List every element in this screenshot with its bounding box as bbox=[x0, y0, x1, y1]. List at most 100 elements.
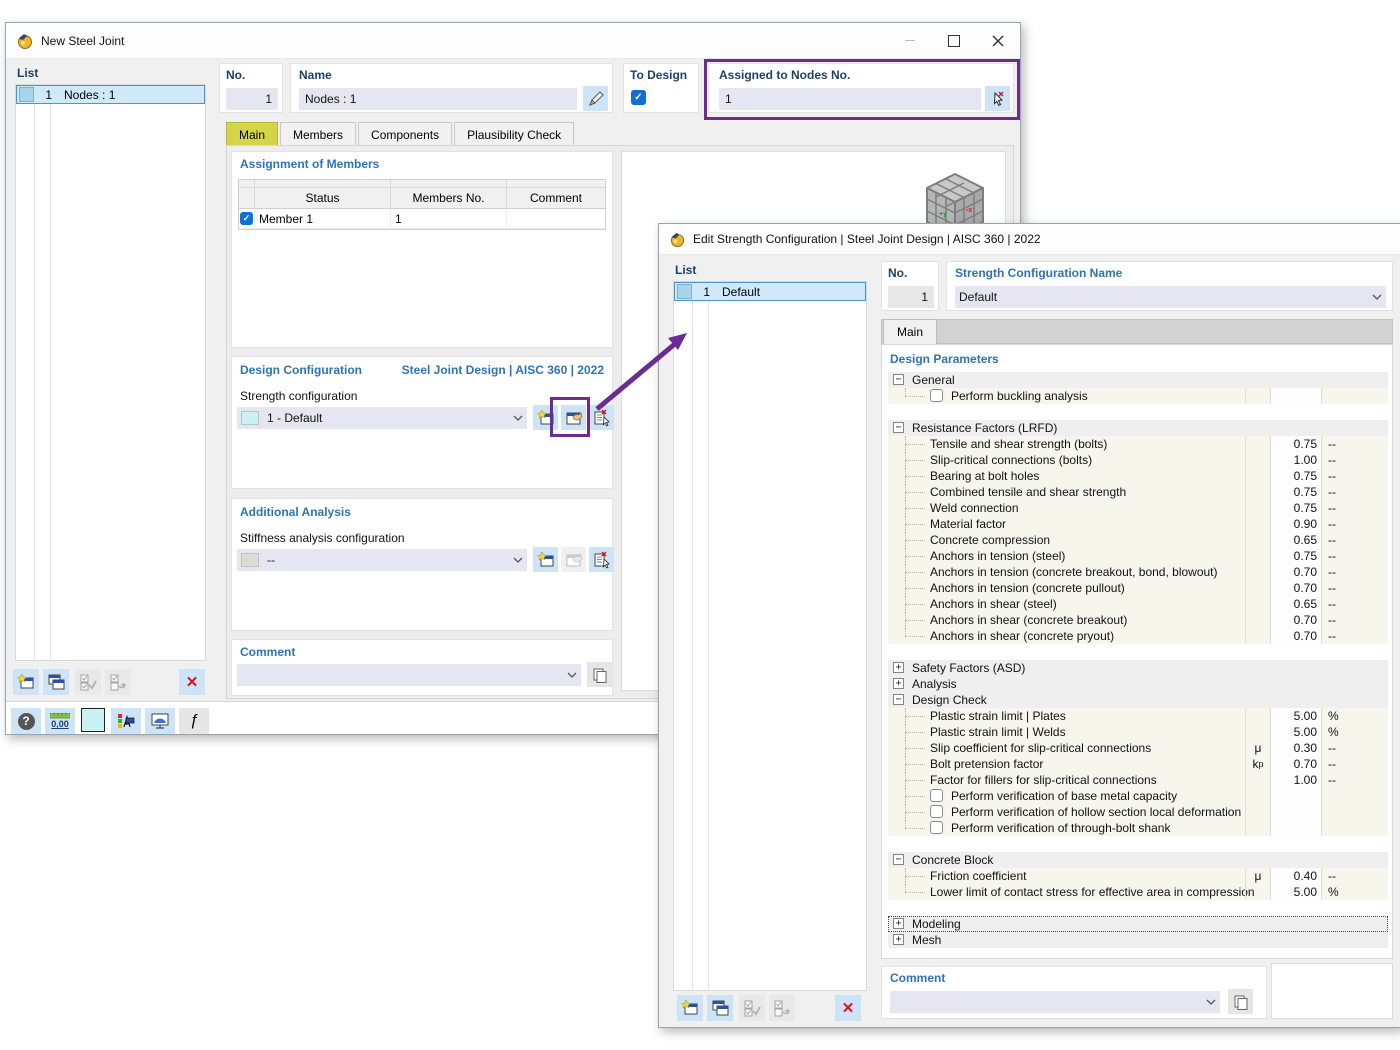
parameter-value[interactable]: 1.00 bbox=[1270, 772, 1321, 788]
tree-row-item[interactable]: Material factor0.90-- bbox=[888, 516, 1388, 532]
maximize-button[interactable] bbox=[932, 23, 976, 58]
tree-row-group[interactable]: +Safety Factors (ASD) bbox=[888, 660, 1388, 676]
parameter-checkbox[interactable] bbox=[930, 821, 943, 834]
comment-copy-button[interactable] bbox=[587, 662, 612, 687]
parameter-value[interactable]: 0.75 bbox=[1270, 468, 1321, 484]
strength-config-delete-button[interactable] bbox=[589, 405, 614, 430]
tree-row-check[interactable]: Perform verification of hollow section l… bbox=[888, 804, 1388, 820]
display-color-swatch[interactable] bbox=[81, 708, 105, 732]
rename-button[interactable] bbox=[583, 86, 608, 111]
list-copy-button[interactable] bbox=[43, 669, 69, 695]
list-item[interactable]: 1Default bbox=[674, 282, 866, 301]
no-field[interactable]: 1 bbox=[226, 88, 278, 110]
parameter-value[interactable] bbox=[1270, 804, 1321, 820]
parameter-value[interactable]: 0.75 bbox=[1270, 484, 1321, 500]
tree-row-group[interactable]: −Concrete Block bbox=[888, 852, 1388, 868]
tree-row-item[interactable]: Anchors in shear (steel)0.65-- bbox=[888, 596, 1388, 612]
strength-config-new-button[interactable] bbox=[533, 405, 558, 430]
window1-titlebar[interactable]: New Steel Joint bbox=[6, 23, 1020, 59]
parameter-value[interactable]: 0.75 bbox=[1270, 548, 1321, 564]
comment-dropdown[interactable] bbox=[237, 664, 581, 686]
assigned-nodes-field[interactable]: 1 bbox=[719, 88, 981, 110]
expand-icon[interactable]: + bbox=[893, 678, 904, 689]
stiffness-configuration-dropdown[interactable]: -- bbox=[237, 549, 527, 571]
close-button[interactable] bbox=[976, 23, 1020, 58]
list-copy-button[interactable] bbox=[707, 995, 733, 1021]
tree-row-group[interactable]: +Analysis bbox=[888, 676, 1388, 692]
select-nodes-button[interactable] bbox=[985, 86, 1010, 111]
list-deselect-button[interactable] bbox=[105, 669, 131, 695]
parameter-value[interactable] bbox=[1270, 788, 1321, 804]
tab-components[interactable]: Components bbox=[358, 122, 452, 146]
tree-row-check[interactable]: Perform verification of base metal capac… bbox=[888, 788, 1388, 804]
tree-row-item[interactable]: Plastic strain limit | Welds5.00% bbox=[888, 724, 1388, 740]
parameter-value[interactable]: 0.65 bbox=[1270, 596, 1321, 612]
tree-row-item[interactable]: Slip-critical connections (bolts)1.00-- bbox=[888, 452, 1388, 468]
stiffness-config-delete-button[interactable] bbox=[589, 547, 614, 572]
parameter-value[interactable]: 1.00 bbox=[1270, 452, 1321, 468]
parameter-value[interactable]: 0.30 bbox=[1270, 740, 1321, 756]
parameter-checkbox[interactable] bbox=[930, 389, 943, 402]
list-delete-button[interactable]: ✕ bbox=[179, 669, 205, 695]
tree-row-item[interactable]: Weld connection0.75-- bbox=[888, 500, 1388, 516]
parameter-value[interactable]: 5.00 bbox=[1270, 708, 1321, 724]
tree-row-group[interactable]: −Resistance Factors (LRFD) bbox=[888, 420, 1388, 436]
tree-row-item[interactable]: Factor for fillers for slip-critical con… bbox=[888, 772, 1388, 788]
expand-icon[interactable]: + bbox=[893, 918, 904, 929]
parameter-checkbox[interactable] bbox=[930, 805, 943, 818]
parameter-value[interactable]: 0.40 bbox=[1270, 868, 1321, 884]
strength-config-edit-button[interactable] bbox=[561, 405, 586, 430]
list-select-all-button[interactable] bbox=[75, 669, 101, 695]
parameter-value[interactable]: 5.00 bbox=[1270, 724, 1321, 740]
parameter-value[interactable] bbox=[1270, 388, 1321, 404]
formula-button[interactable]: ƒ bbox=[179, 708, 209, 734]
list-item[interactable]: 1Nodes : 1 bbox=[16, 85, 205, 104]
display-settings-button[interactable] bbox=[111, 708, 141, 734]
collapse-icon[interactable]: − bbox=[893, 694, 904, 705]
stiffness-config-new-button[interactable] bbox=[533, 547, 558, 572]
parameter-value[interactable]: 0.75 bbox=[1270, 436, 1321, 452]
tab-main[interactable]: Main bbox=[883, 319, 937, 344]
tree-row-item[interactable]: Anchors in tension (concrete pullout)0.7… bbox=[888, 580, 1388, 596]
parameter-value[interactable]: 0.70 bbox=[1270, 628, 1321, 644]
units-button[interactable]: 0,00 bbox=[45, 708, 75, 734]
no-field[interactable]: 1 bbox=[888, 286, 934, 308]
tab-members[interactable]: Members bbox=[280, 122, 356, 146]
list-select-all-button[interactable] bbox=[739, 995, 765, 1021]
parameter-value[interactable]: 0.70 bbox=[1270, 564, 1321, 580]
member-checkbox[interactable]: ✓ bbox=[240, 212, 253, 225]
parameter-checkbox[interactable] bbox=[930, 789, 943, 802]
tree-row-item[interactable]: Slip coefficient for slip-critical conne… bbox=[888, 740, 1388, 756]
tree-row-item[interactable]: Anchors in tension (concrete breakout, b… bbox=[888, 564, 1388, 580]
comment-dropdown[interactable] bbox=[890, 991, 1220, 1013]
to-design-checkbox[interactable]: ✓ bbox=[631, 90, 646, 105]
tree-row-item[interactable]: Anchors in shear (concrete pryout)0.70-- bbox=[888, 628, 1388, 644]
tree-row-item[interactable]: Concrete compression0.65-- bbox=[888, 532, 1388, 548]
comment-copy-button[interactable] bbox=[1228, 989, 1253, 1014]
list-deselect-button[interactable] bbox=[769, 995, 795, 1021]
collapse-icon[interactable]: − bbox=[893, 374, 904, 385]
minimize-button[interactable] bbox=[888, 23, 932, 58]
tab-main[interactable]: Main bbox=[226, 122, 278, 146]
stiffness-config-edit-button[interactable] bbox=[561, 547, 586, 572]
tree-row-item[interactable]: Friction coefficientμ0.40-- bbox=[888, 868, 1388, 884]
tree-row-check[interactable]: Perform buckling analysis bbox=[888, 388, 1388, 404]
tree-row-item[interactable]: Plastic strain limit | Plates5.00% bbox=[888, 708, 1388, 724]
tab-plausibility-check[interactable]: Plausibility Check bbox=[454, 122, 574, 146]
parameter-value[interactable]: 0.65 bbox=[1270, 532, 1321, 548]
tree-row-group[interactable]: −General bbox=[888, 372, 1388, 388]
config-name-dropdown[interactable]: Default bbox=[955, 286, 1386, 308]
collapse-icon[interactable]: − bbox=[893, 422, 904, 433]
parameter-value[interactable]: 0.70 bbox=[1270, 612, 1321, 628]
tree-row-item[interactable]: Tensile and shear strength (bolts)0.75-- bbox=[888, 436, 1388, 452]
tree-row-item[interactable]: Anchors in tension (steel)0.75-- bbox=[888, 548, 1388, 564]
collapse-icon[interactable]: − bbox=[893, 854, 904, 865]
help-button[interactable]: ? bbox=[11, 708, 41, 734]
list-new-button[interactable] bbox=[677, 995, 703, 1021]
member-row[interactable]: ✓ Member 1 1 bbox=[239, 209, 605, 229]
list-new-button[interactable] bbox=[13, 669, 39, 695]
window2-titlebar[interactable]: Edit Strength Configuration | Steel Join… bbox=[659, 224, 1400, 255]
name-field[interactable]: Nodes : 1 bbox=[299, 88, 577, 110]
parameter-value[interactable]: 5.00 bbox=[1270, 884, 1321, 900]
strength-configuration-dropdown[interactable]: 1 - Default bbox=[237, 407, 527, 429]
